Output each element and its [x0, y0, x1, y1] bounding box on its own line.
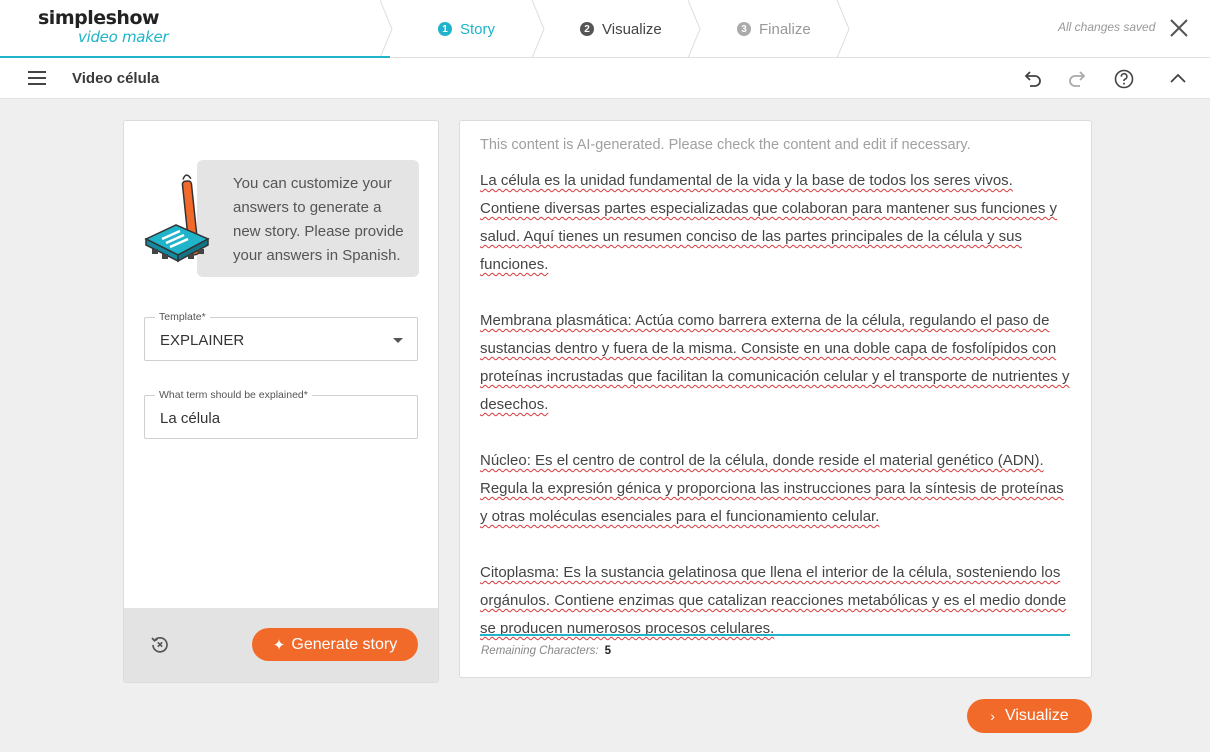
top-header: simpleshow video maker 1 Story 2 Visuali… — [0, 0, 1210, 58]
logo-name: simpleshow — [38, 7, 160, 29]
term-label: What term should be explained* — [155, 389, 312, 401]
story-editor-panel: This content is AI-generated. Please che… — [459, 120, 1092, 678]
remaining-label: Remaining Characters: — [481, 645, 599, 657]
remaining-characters: Remaining Characters: 5 — [481, 645, 611, 657]
template-value: EXPLAINER — [160, 332, 245, 349]
term-value: La célula — [160, 410, 221, 427]
step-label: Finalize — [759, 20, 811, 38]
step-number: 3 — [737, 22, 751, 36]
visualize-button[interactable]: › Visualize — [967, 699, 1092, 733]
undo-icon[interactable] — [1021, 68, 1043, 90]
template-label: Template* — [155, 311, 210, 323]
simpleshow-logo: simpleshow video maker — [38, 7, 169, 46]
info-bubble: You can customize your answers to genera… — [197, 160, 419, 277]
collapse-chevron-icon[interactable] — [1167, 68, 1189, 90]
redo-icon[interactable] — [1067, 68, 1089, 90]
remaining-count: 5 — [604, 645, 612, 657]
story-text-editor[interactable]: La célula es la unidad fundamental de la… — [480, 167, 1072, 671]
step-finalize[interactable]: 3 Finalize — [737, 0, 811, 58]
ai-generated-notice: This content is AI-generated. Please che… — [480, 137, 971, 153]
generate-story-label: Generate story — [291, 635, 398, 653]
story-paragraph: Núcleo: Es el centro de control de la cé… — [480, 452, 1064, 525]
dropdown-caret-icon — [393, 338, 403, 343]
story-paragraph: La célula es la unidad fundamental de la… — [480, 172, 1058, 273]
term-input[interactable]: What term should be explained* La célula — [144, 389, 418, 439]
visualize-label: Visualize — [1004, 707, 1069, 724]
chevron-right-icon: › — [990, 708, 995, 724]
template-select[interactable]: Template* EXPLAINER — [144, 311, 418, 361]
sparkle-icon: ✦ — [272, 636, 286, 654]
writing-tablet-illustration — [144, 174, 210, 263]
story-paragraph: Membrana plasmática: Actúa como barrera … — [480, 312, 1070, 413]
hamburger-menu-icon[interactable] — [28, 71, 46, 87]
step-label: Visualize — [602, 20, 662, 38]
help-icon[interactable] — [1113, 68, 1135, 90]
story-paragraph: Citoplasma: Es la sustancia gelatinosa q… — [480, 564, 1067, 637]
editor-underline — [480, 634, 1070, 636]
step-label: Story — [460, 20, 496, 38]
close-icon[interactable] — [1166, 15, 1192, 41]
step-number: 1 — [438, 22, 452, 36]
project-title: Video célula — [72, 70, 160, 87]
story-settings-panel: You can customize your answers to genera… — [123, 120, 439, 683]
panel-footer: ✦ Generate story — [124, 608, 438, 682]
save-status: All changes saved — [1058, 20, 1156, 34]
step-story[interactable]: 1 Story — [438, 0, 495, 58]
step-visualize[interactable]: 2 Visualize — [580, 0, 662, 58]
step-number: 2 — [580, 22, 594, 36]
generate-story-button[interactable]: ✦ Generate story — [252, 628, 418, 661]
reset-icon[interactable] — [150, 634, 170, 654]
project-toolbar: Video célula — [0, 58, 1210, 99]
logo-subtitle: video maker — [78, 28, 169, 46]
